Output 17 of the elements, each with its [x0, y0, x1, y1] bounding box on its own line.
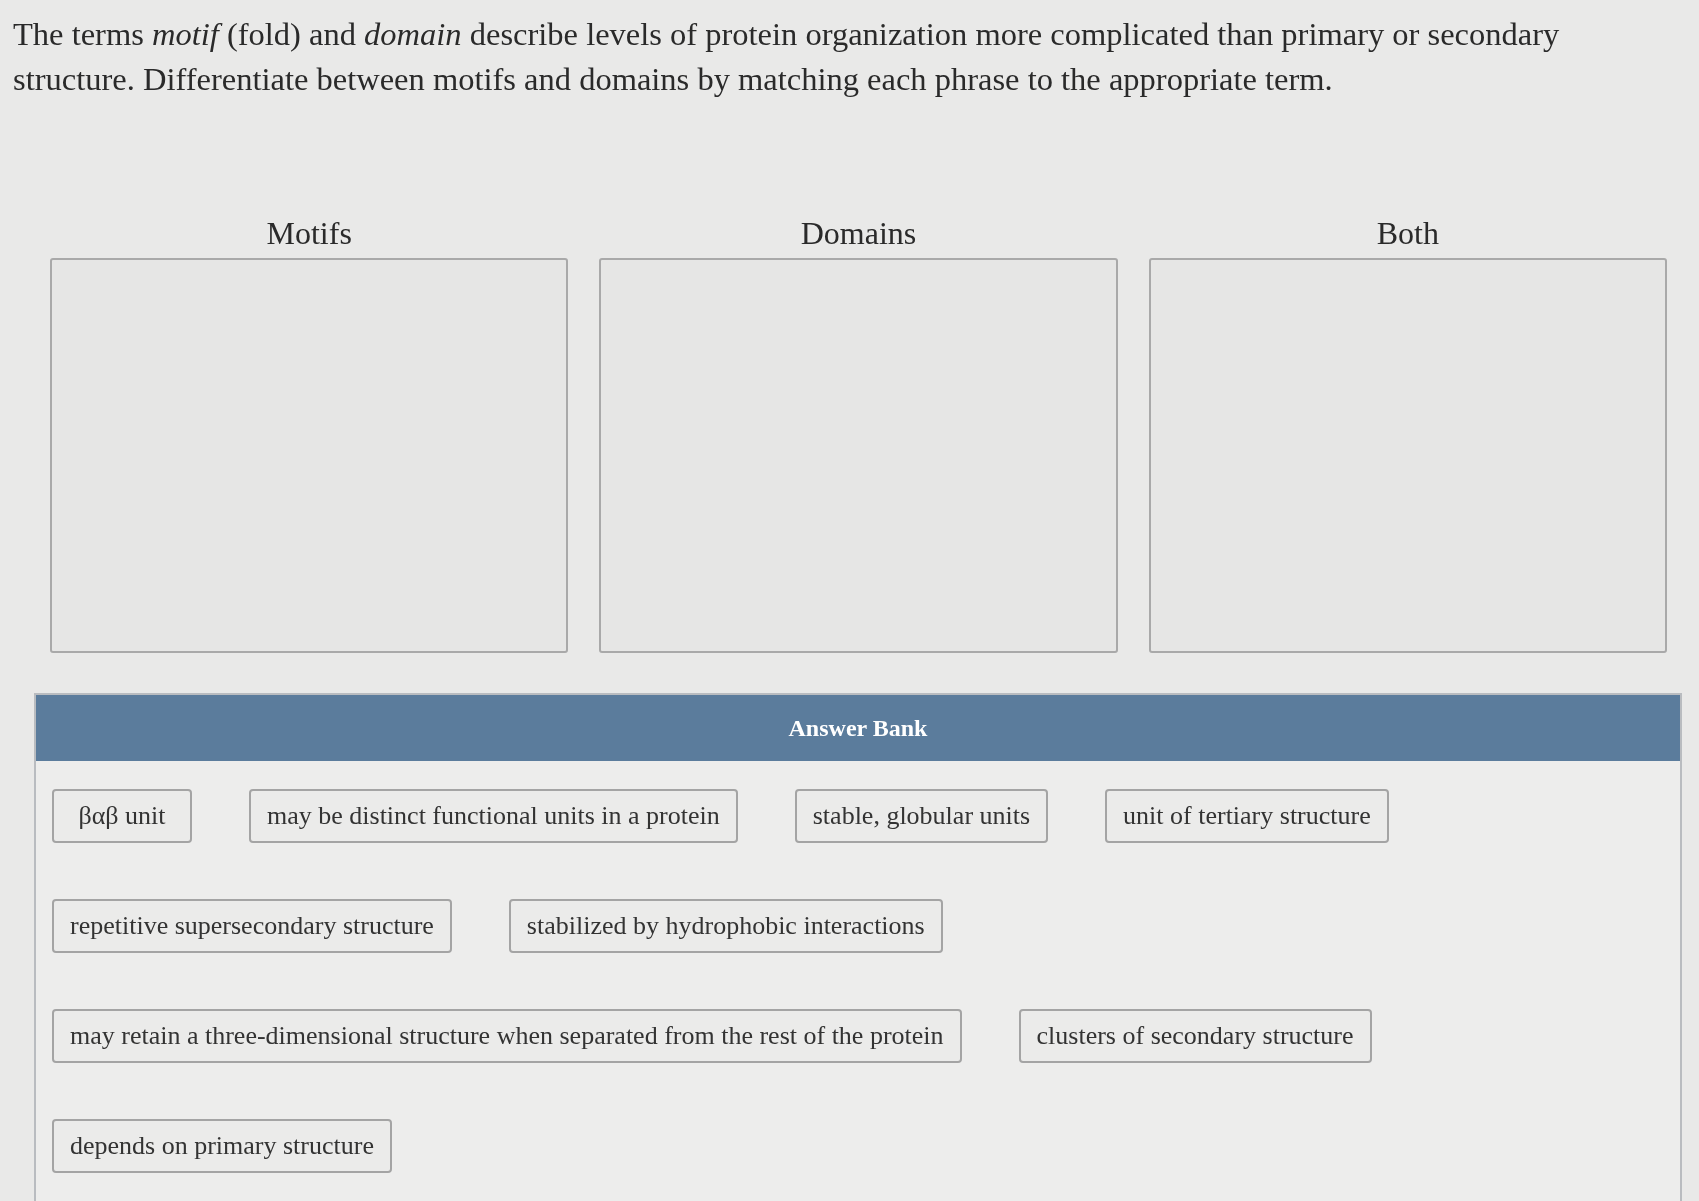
answer-chip[interactable]: may retain a three-dimensional structure when separated from the rest of the protein: [52, 1009, 962, 1063]
answer-chip[interactable]: βαβ unit: [52, 789, 192, 843]
category-heading: Domains: [800, 214, 917, 252]
category-heading: Motifs: [266, 214, 352, 252]
category-heading: Both: [1376, 214, 1439, 252]
answer-bank-title: Answer Bank: [788, 714, 928, 742]
answer-chip[interactable]: repetitive supersecondary structure: [52, 899, 452, 953]
prompt-text: The terms motif (fold) and domain describe levels of protein organization more complicated than primary or secondary structure. Differentiate between motifs and domains by matching each phrase to the appropriate term.: [13, 15, 1561, 99]
answer-chip[interactable]: depends on primary structure: [52, 1119, 392, 1173]
drop-zone[interactable]: [1148, 258, 1667, 653]
answer-chip[interactable]: unit of tertiary structure: [1105, 789, 1389, 843]
drop-zone[interactable]: [50, 258, 569, 653]
answer-chip[interactable]: stable, globular units: [794, 789, 1049, 843]
drop-zone[interactable]: [599, 258, 1118, 653]
answer-chip[interactable]: clusters of secondary structure: [1018, 1009, 1372, 1063]
answer-chip[interactable]: stabilized by hydrophobic interactions: [508, 899, 943, 953]
answer-chip[interactable]: may be distinct functional units in a protein: [249, 789, 738, 843]
